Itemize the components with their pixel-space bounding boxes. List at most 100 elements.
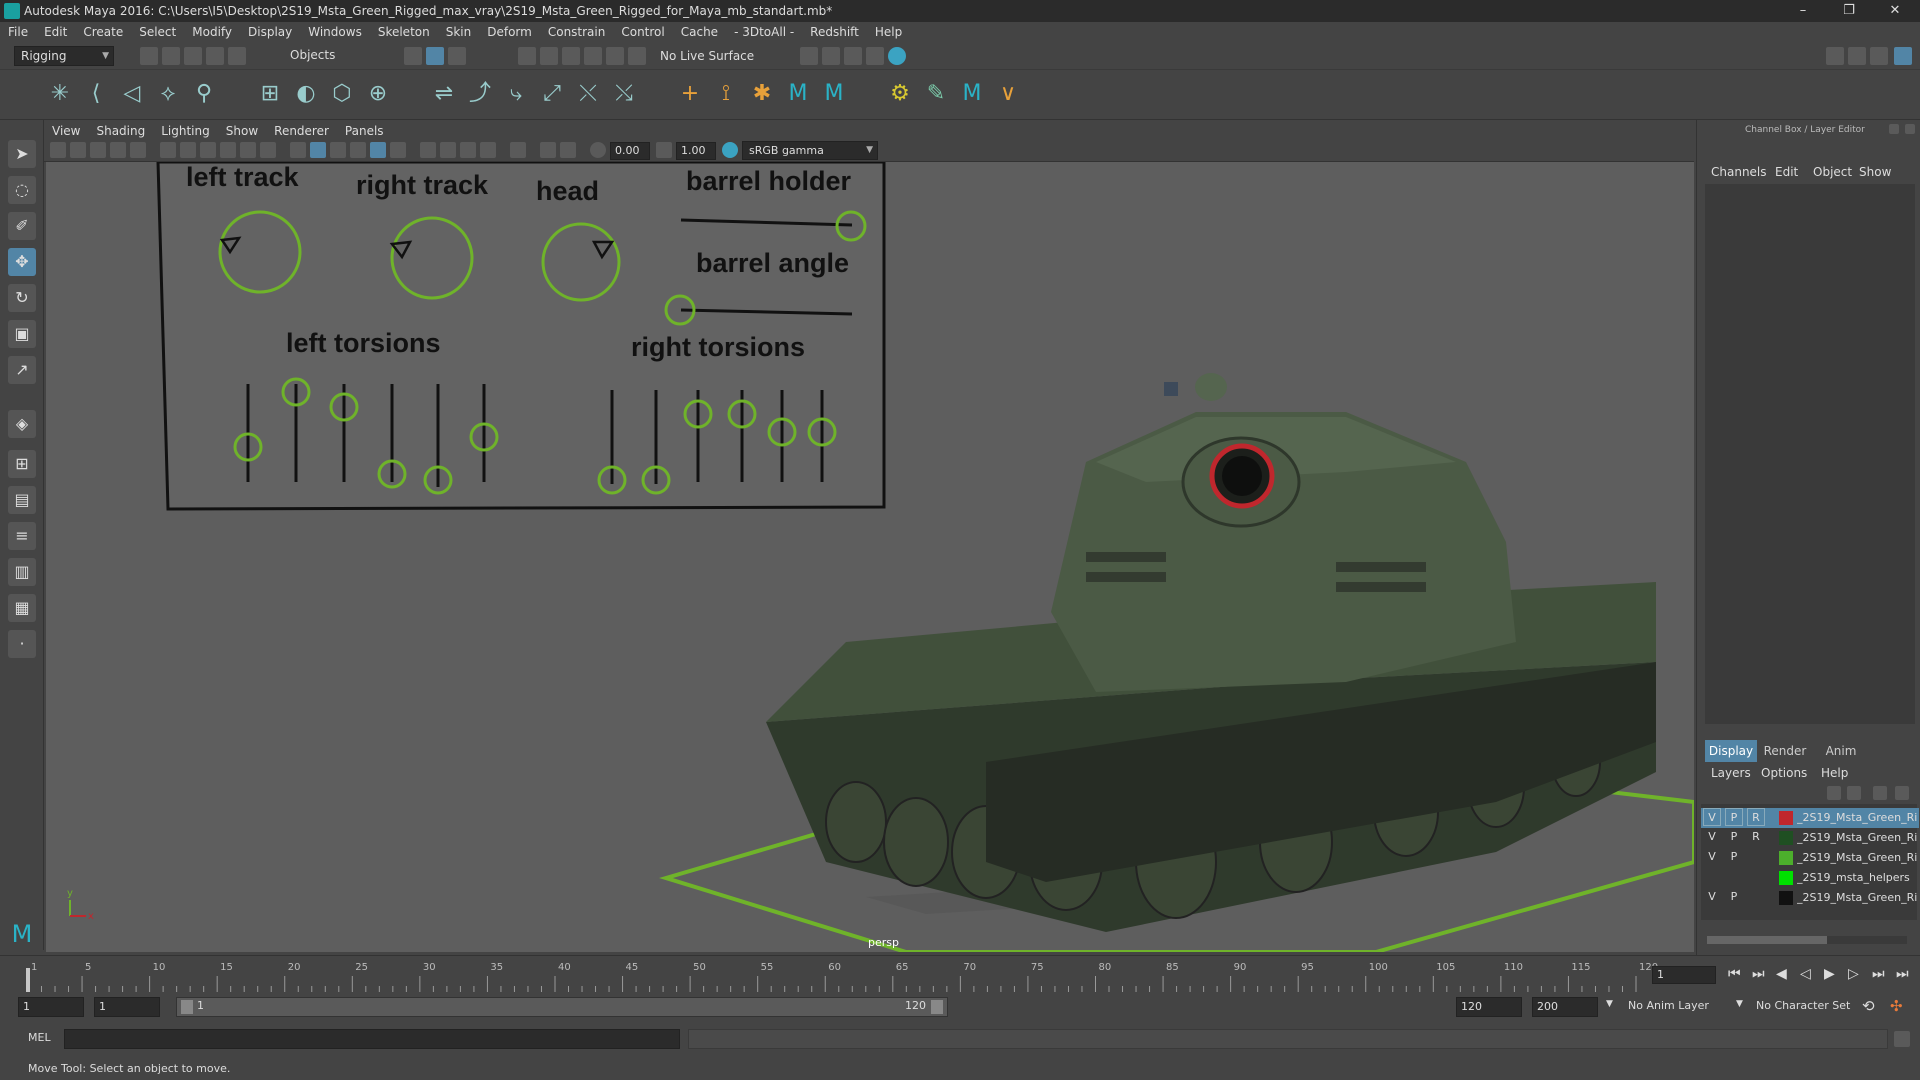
undo-icon[interactable] <box>206 47 224 65</box>
playback-end-field[interactable]: 120 <box>1456 997 1522 1017</box>
layer-row[interactable]: V P _2S19_Msta_Green_Rig <box>1701 888 1919 908</box>
end-time-field[interactable]: 200 <box>1532 997 1598 1017</box>
menu-control[interactable]: Control <box>613 22 672 42</box>
cb-menu-show[interactable]: Show <box>1859 165 1891 179</box>
panel-menu-renderer[interactable]: Renderer <box>266 122 337 140</box>
ik-handle-icon[interactable]: ◁ <box>118 80 146 108</box>
menu-skin[interactable]: Skin <box>438 22 480 42</box>
menu-redshift[interactable]: Redshift <box>802 22 867 42</box>
outliner-layout-icon[interactable]: ▤ <box>8 486 36 514</box>
maximize-button[interactable]: ❐ <box>1826 0 1872 22</box>
playback-start-field[interactable]: 1 <box>94 997 160 1017</box>
menu-display[interactable]: Display <box>240 22 300 42</box>
exposure-icon[interactable] <box>590 142 606 158</box>
hypershade-icon[interactable] <box>888 47 906 65</box>
cb-menu-edit[interactable]: Edit <box>1775 165 1798 179</box>
ipr-render-icon[interactable] <box>844 47 862 65</box>
layer-color-swatch[interactable] <box>1779 891 1793 905</box>
layer-reference-toggle[interactable] <box>1747 868 1765 886</box>
layer-row[interactable]: V P R _2S19_Msta_Green_Rig <box>1701 808 1919 828</box>
camera-select-icon[interactable] <box>50 142 66 158</box>
command-input[interactable] <box>64 1029 680 1049</box>
close-panel-icon[interactable] <box>1905 124 1915 134</box>
xray-icon[interactable] <box>540 142 556 158</box>
chevron-down-icon[interactable]: ▼ <box>1736 999 1743 1009</box>
tool-settings-icon[interactable] <box>1870 47 1888 65</box>
tab-render[interactable]: Render <box>1757 740 1813 762</box>
save-scene-icon[interactable] <box>184 47 202 65</box>
layer-playback-toggle[interactable]: P <box>1725 888 1743 906</box>
aim-constraint-icon[interactable]: ⤴ <box>466 80 494 108</box>
ambient-occlusion-icon[interactable] <box>440 142 456 158</box>
layer-visible-toggle[interactable]: V <box>1703 888 1721 906</box>
move-layer-up-icon[interactable] <box>1827 786 1841 800</box>
menu-file[interactable]: File <box>0 22 36 42</box>
render-view-layout-icon[interactable]: ▦ <box>8 594 36 622</box>
float-panel-icon[interactable] <box>1889 124 1899 134</box>
script-language-label[interactable]: MEL <box>28 1031 51 1044</box>
render-settings-icon[interactable] <box>866 47 884 65</box>
ik-spline-icon[interactable]: ⟡ <box>154 80 182 108</box>
play-forward-icon[interactable]: ▶ <box>1824 966 1835 982</box>
le-menu-options[interactable]: Options <box>1761 766 1807 780</box>
step-back-frame-icon[interactable]: ◀ <box>1776 966 1787 982</box>
go-to-start-icon[interactable]: ⏮ <box>1728 966 1741 982</box>
color-management-icon[interactable] <box>722 142 738 158</box>
character-set-dropdown[interactable]: No Character Set <box>1756 999 1850 1012</box>
new-scene-icon[interactable] <box>140 47 158 65</box>
resolution-gate-icon[interactable] <box>200 142 216 158</box>
menu-3dtoall[interactable]: - 3DtoAll - <box>726 22 802 42</box>
snap-point-icon[interactable] <box>562 47 580 65</box>
time-slider[interactable]: 1 5 10 15 20 25 30 35 40 45 50 55 60 65 70 75 80 85 90 95 10… <box>0 955 1920 995</box>
safe-action-icon[interactable] <box>260 142 276 158</box>
move-tool-icon[interactable]: ✥ <box>8 248 36 276</box>
select-by-object-icon[interactable] <box>426 47 444 65</box>
motion-blur-icon[interactable] <box>460 142 476 158</box>
step-forward-frame-icon[interactable]: ▷ <box>1848 966 1859 982</box>
select-by-hierarchy-icon[interactable] <box>404 47 422 65</box>
layer-playback-toggle[interactable]: P <box>1725 848 1743 866</box>
sculpt-icon[interactable]: ∨ <box>994 80 1022 108</box>
layer-row[interactable]: _2S19_msta_helpers <box>1701 868 1919 888</box>
wire-tool-icon[interactable]: ✎ <box>922 80 950 108</box>
wireframe-icon[interactable] <box>290 142 306 158</box>
cluster-icon[interactable]: ⊕ <box>364 80 392 108</box>
snap-grid-icon[interactable] <box>518 47 536 65</box>
camera-attributes-icon[interactable] <box>70 142 86 158</box>
panel-menu-lighting[interactable]: Lighting <box>153 122 218 140</box>
select-by-component-icon[interactable] <box>448 47 466 65</box>
layer-visible-toggle[interactable]: V <box>1703 808 1721 826</box>
current-frame-field[interactable]: 1 <box>1652 966 1716 984</box>
menu-skeleton[interactable]: Skeleton <box>370 22 438 42</box>
snap-magnet-icon[interactable] <box>628 47 646 65</box>
gamma-icon[interactable] <box>656 142 672 158</box>
modeling-toolkit-icon[interactable] <box>1826 47 1844 65</box>
field-chart-icon[interactable] <box>240 142 256 158</box>
menu-edit[interactable]: Edit <box>36 22 75 42</box>
layer-visible-toggle[interactable] <box>1703 868 1721 886</box>
paint-weights-icon[interactable]: ◐ <box>292 80 320 108</box>
layer-color-swatch[interactable] <box>1779 851 1793 865</box>
panel-menu-show[interactable]: Show <box>218 122 266 140</box>
layer-visible-toggle[interactable]: V <box>1703 828 1721 846</box>
human-ik-icon[interactable]: M <box>784 80 812 108</box>
lattice-icon[interactable]: ⬡ <box>328 80 356 108</box>
panel-menu-view[interactable]: View <box>44 122 88 140</box>
channel-box-toggle-icon[interactable] <box>1894 47 1912 65</box>
layer-playback-toggle[interactable] <box>1725 868 1743 886</box>
chevron-down-icon[interactable]: ▼ <box>1606 999 1613 1009</box>
go-to-end-icon[interactable]: ⏭ <box>1896 966 1909 982</box>
script-editor-icon[interactable] <box>1894 1031 1910 1047</box>
paint-select-tool-icon[interactable]: ✐ <box>8 212 36 240</box>
menu-create[interactable]: Create <box>75 22 131 42</box>
scale-constraint-icon[interactable]: ⤢ <box>538 80 566 108</box>
orient-constraint-icon[interactable]: ⤷ <box>502 80 530 108</box>
four-view-layout-icon[interactable]: ⊞ <box>8 450 36 478</box>
textured-icon[interactable] <box>370 142 386 158</box>
auto-key-icon[interactable]: ⟲ <box>1862 997 1875 1015</box>
render-frame-icon[interactable] <box>822 47 840 65</box>
insert-joint-icon[interactable]: ⟨ <box>82 80 110 108</box>
render-view-icon[interactable] <box>800 47 818 65</box>
panel-menu-shading[interactable]: Shading <box>88 122 153 140</box>
layer-color-swatch[interactable] <box>1779 871 1793 885</box>
